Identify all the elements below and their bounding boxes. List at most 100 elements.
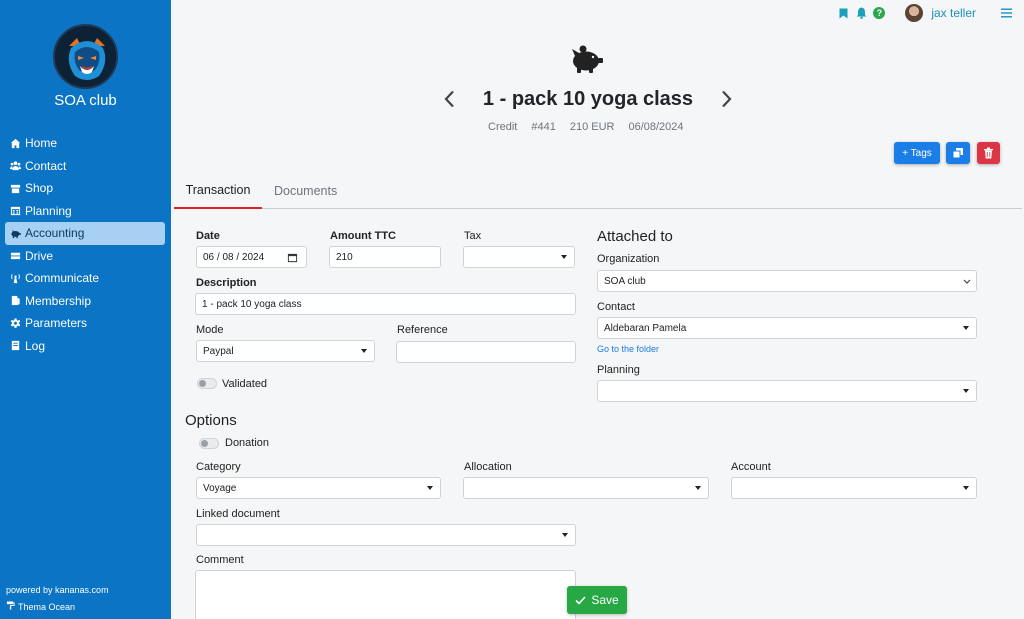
description-input[interactable]: 1 - pack 10 yoga class <box>195 293 576 315</box>
planning-label: Planning <box>597 364 640 376</box>
contact-label: Contact <box>597 301 635 313</box>
club-logo[interactable] <box>53 24 118 89</box>
amount-value: 210 <box>336 251 353 263</box>
chevron-down-icon <box>963 279 971 284</box>
copy-icon <box>952 148 963 159</box>
sidebar-item-contact[interactable]: Contact <box>5 155 165 178</box>
organization-label: Organization <box>597 253 660 265</box>
sidebar-item-drive[interactable]: Drive <box>5 245 165 268</box>
sidebar-item-label: Log <box>25 338 46 353</box>
validated-toggle[interactable] <box>197 378 217 389</box>
contact-select[interactable]: Aldebaran Pamela <box>597 317 977 339</box>
comment-textarea[interactable] <box>195 570 576 619</box>
home-icon <box>9 137 21 149</box>
tab-bar: Transaction Documents <box>174 172 1022 209</box>
account-select[interactable] <box>731 477 977 499</box>
sidebar-nav: Home Contact Shop Planning Accounting Dr… <box>5 132 165 357</box>
transaction-type: Credit <box>488 121 518 133</box>
delete-button[interactable] <box>977 142 1000 164</box>
shop-icon <box>9 182 21 194</box>
paint-roller-icon <box>6 601 15 612</box>
linked-document-select[interactable] <box>196 524 576 546</box>
date-value: 06 / 08 / 2024 <box>203 251 265 263</box>
sidebar-item-communicate[interactable]: Communicate <box>5 267 165 290</box>
sidebar-item-label: Shop <box>25 181 54 196</box>
reference-label: Reference <box>397 324 448 336</box>
sidebar-item-label: Membership <box>25 293 92 308</box>
sidebar-item-accounting[interactable]: Accounting <box>5 222 165 245</box>
donation-label: Donation <box>225 437 270 449</box>
caret-down-icon <box>963 326 969 330</box>
contact-value: Aldebaran Pamela <box>604 322 687 334</box>
gear-icon <box>9 317 21 329</box>
page-title: 1 - pack 10 yoga class <box>482 87 694 110</box>
description-label: Description <box>196 277 257 289</box>
transaction-number: #441 <box>531 121 556 133</box>
sidebar-item-parameters[interactable]: Parameters <box>5 312 165 335</box>
go-to-folder-link[interactable]: Go to the folder <box>597 344 659 354</box>
planning-select[interactable] <box>597 380 977 402</box>
allocation-select[interactable] <box>463 477 709 499</box>
duplicate-button[interactable] <box>946 142 970 164</box>
bear-logo-icon <box>56 27 116 87</box>
attached-to-title: Attached to <box>597 228 673 245</box>
sidebar-item-log[interactable]: Log <box>5 335 165 358</box>
sidebar-item-label: Home <box>25 136 58 151</box>
theme-label: Thema Ocean <box>18 601 76 612</box>
bookmark-icon[interactable] <box>837 7 849 19</box>
sidebar-item-planning[interactable]: Planning <box>5 200 165 223</box>
sidebar-item-label: Contact <box>25 158 67 173</box>
caret-down-icon <box>562 533 568 537</box>
organization-select[interactable]: SOA club <box>597 270 977 292</box>
sidebar-item-shop[interactable]: Shop <box>5 177 165 200</box>
sidebar-item-home[interactable]: Home <box>5 132 165 155</box>
next-arrow-icon[interactable] <box>718 88 736 110</box>
id-card-icon <box>9 295 21 307</box>
title-row: 1 - pack 10 yoga class <box>440 86 736 112</box>
date-label: Date <box>196 230 220 242</box>
caret-down-icon <box>963 486 969 490</box>
caret-down-icon <box>695 486 701 490</box>
category-label: Category <box>196 461 241 473</box>
tax-select[interactable] <box>463 246 575 268</box>
sidebar-item-label: Communicate <box>25 271 100 286</box>
powered-by[interactable]: powered by kananas.com <box>6 585 109 595</box>
tab-transaction[interactable]: Transaction <box>174 172 262 209</box>
calendar-icon[interactable] <box>287 252 298 263</box>
tab-documents[interactable]: Documents <box>274 172 337 209</box>
transaction-date: 06/08/2024 <box>628 121 684 133</box>
sidebar-item-label: Accounting <box>25 226 85 241</box>
comment-label: Comment <box>196 554 244 566</box>
avatar[interactable] <box>905 4 924 22</box>
help-icon[interactable]: ? <box>873 7 886 19</box>
sidebar: SOA club Home Contact Shop Planning Acco… <box>0 0 171 619</box>
category-select[interactable]: Voyage <box>196 477 441 499</box>
theme-switcher[interactable]: Thema Ocean <box>6 601 75 612</box>
drive-icon <box>9 250 21 262</box>
user-name[interactable]: jax teller <box>931 6 976 20</box>
organization-value: SOA club <box>604 275 646 287</box>
hamburger-menu-icon[interactable] <box>1000 7 1012 19</box>
top-bar: ? jax teller <box>837 4 1012 22</box>
date-input[interactable]: 06 / 08 / 2024 <box>196 246 307 268</box>
save-label: Save <box>591 593 619 607</box>
bell-icon[interactable] <box>855 7 867 19</box>
trash-icon <box>984 147 993 159</box>
options-title: Options <box>185 412 237 429</box>
add-tags-button[interactable]: + Tags <box>894 142 940 164</box>
reference-input[interactable] <box>396 341 576 363</box>
donation-toggle[interactable] <box>199 438 219 449</box>
sidebar-item-label: Planning <box>25 203 72 218</box>
allocation-label: Allocation <box>464 461 512 473</box>
broadcast-icon <box>9 272 21 284</box>
mode-select[interactable]: Paypal <box>196 340 375 362</box>
previous-arrow-icon[interactable] <box>440 88 458 110</box>
amount-input[interactable]: 210 <box>329 246 441 268</box>
calendar-icon <box>9 205 21 217</box>
sidebar-item-membership[interactable]: Membership <box>5 290 165 313</box>
caret-down-icon <box>963 389 969 393</box>
mode-value: Paypal <box>203 345 234 357</box>
linked-document-label: Linked document <box>196 508 280 520</box>
log-icon <box>9 340 21 352</box>
save-button[interactable]: Save <box>567 586 627 614</box>
